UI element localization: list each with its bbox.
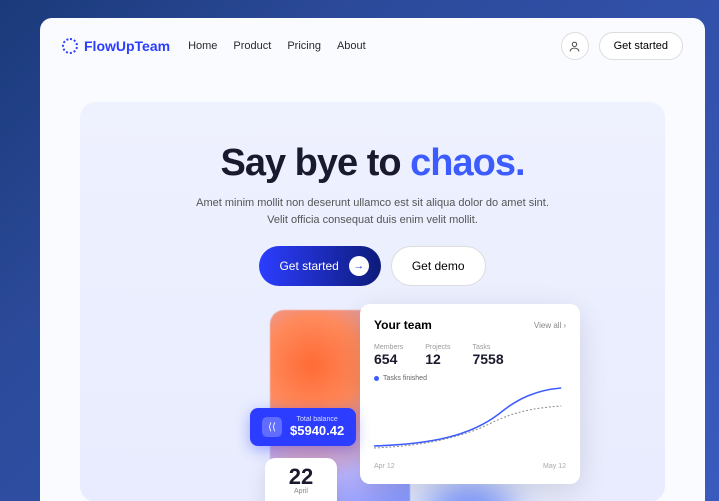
stat-projects: Projects 12	[425, 344, 450, 367]
nav-right: Get started	[561, 32, 683, 60]
date-day: 22	[271, 466, 331, 488]
top-nav: FlowUpTeam Home Product Pricing About Ge…	[40, 18, 705, 74]
chart-x-axis: Apr 12 May 12	[374, 463, 566, 470]
chevron-right-icon: ›	[563, 321, 566, 330]
rewind-icon: ⟨⟨	[262, 417, 282, 437]
balance-text: Total balance $5940.42	[290, 416, 344, 438]
stat-tasks-label: Tasks	[472, 344, 503, 351]
brand-name: FlowUpTeam	[84, 38, 170, 54]
nav-link-pricing[interactable]: Pricing	[287, 40, 321, 52]
stat-tasks-value: 7558	[472, 351, 503, 367]
stat-projects-label: Projects	[425, 344, 450, 351]
axis-start: Apr 12	[374, 463, 395, 470]
account-button[interactable]	[561, 32, 589, 60]
stat-members: Members 654	[374, 344, 403, 367]
cta-row: Get started → Get demo	[110, 246, 635, 286]
hero-section: Say bye to chaos. Amet minim mollit non …	[80, 102, 665, 501]
nav-link-home[interactable]: Home	[188, 40, 217, 52]
stat-members-value: 654	[374, 351, 403, 367]
nav-get-started-button[interactable]: Get started	[599, 32, 683, 60]
hero-title-accent: chaos.	[410, 142, 524, 184]
stat-tasks: Tasks 7558	[472, 344, 503, 367]
legend-dot-icon	[374, 376, 379, 381]
team-card-header: Your team View all ›	[374, 318, 566, 332]
stat-members-label: Members	[374, 344, 403, 351]
stats-row: Members 654 Projects 12 Tasks 7558	[374, 344, 566, 367]
cta-primary-label: Get started	[279, 259, 338, 273]
balance-value: $5940.42	[290, 423, 344, 438]
balance-chip: ⟨⟨ Total balance $5940.42	[250, 408, 356, 446]
legend-label: Tasks finished	[383, 375, 427, 382]
axis-end: May 12	[543, 463, 566, 470]
line-chart	[374, 386, 566, 456]
nav-links: Home Product Pricing About	[188, 40, 366, 52]
logo[interactable]: FlowUpTeam	[62, 38, 170, 54]
hero-title-plain: Say bye to	[220, 142, 410, 184]
nav-link-product[interactable]: Product	[233, 40, 271, 52]
arrow-right-icon: →	[349, 256, 369, 276]
hero-subtitle: Amet minim mollit non deserunt ullamco e…	[193, 195, 553, 228]
stat-projects-value: 12	[425, 351, 450, 367]
gradient-blob	[420, 482, 520, 501]
date-month: April	[271, 488, 331, 495]
view-all-label: View all	[534, 321, 561, 330]
page-surface: FlowUpTeam Home Product Pricing About Ge…	[40, 18, 705, 501]
hero-visual: Your team View all › Members 654 Project…	[110, 310, 635, 501]
view-all-link[interactable]: View all ›	[534, 321, 566, 330]
balance-label: Total balance	[290, 416, 344, 423]
get-started-button[interactable]: Get started →	[259, 246, 380, 286]
team-card-title: Your team	[374, 318, 432, 332]
team-card: Your team View all › Members 654 Project…	[360, 304, 580, 484]
hero-title: Say bye to chaos.	[110, 142, 635, 185]
date-card: 22 April Summary call	[265, 458, 337, 501]
nav-link-about[interactable]: About	[337, 40, 366, 52]
user-icon	[568, 40, 581, 53]
chart-legend: Tasks finished	[374, 375, 566, 382]
logo-icon	[62, 38, 78, 54]
get-demo-button[interactable]: Get demo	[391, 246, 486, 286]
